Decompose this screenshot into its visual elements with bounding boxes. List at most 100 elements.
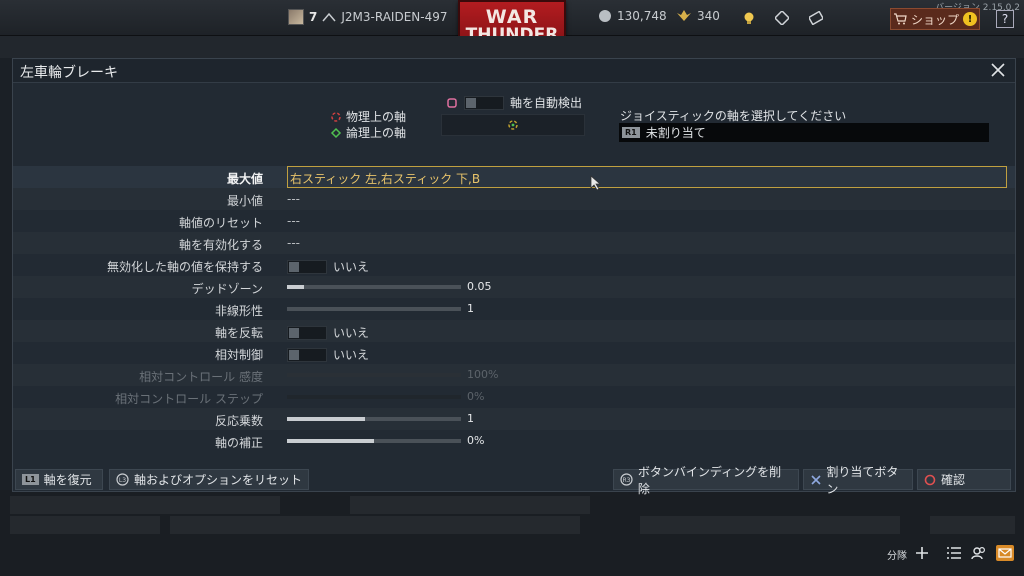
close-icon[interactable] bbox=[989, 61, 1007, 79]
slider-track bbox=[287, 395, 461, 399]
setting-label: デッドゾーン bbox=[191, 282, 263, 296]
squad-label[interactable]: 分隊 bbox=[887, 547, 907, 562]
top-bar: バージョン 2.15.0.2 7 J2M3-RAIDEN-497 WAR THU… bbox=[0, 0, 1024, 54]
background-row bbox=[400, 516, 580, 534]
ticket-icon[interactable] bbox=[809, 11, 823, 25]
setting-row[interactable]: 軸値のリセット --- bbox=[13, 210, 1015, 232]
toggle-knob bbox=[289, 261, 299, 272]
slider-track bbox=[287, 373, 461, 377]
setting-row[interactable]: 非線形性 1 bbox=[13, 298, 1015, 320]
setting-row[interactable]: 反応乗数 1 bbox=[13, 408, 1015, 430]
slider-value: 1 bbox=[467, 302, 474, 315]
assign-label: 割り当てボタン bbox=[826, 464, 899, 496]
setting-row[interactable]: 相対制御 いいえ bbox=[13, 342, 1015, 364]
setting-row: 相対コントロール 感度 100% bbox=[13, 364, 1015, 386]
background-row bbox=[10, 496, 280, 514]
setting-label: 無効化した軸の値を保持する bbox=[106, 260, 263, 274]
background-row bbox=[350, 496, 590, 514]
rank-label: 7 bbox=[309, 10, 318, 24]
circle-button-icon bbox=[924, 474, 936, 485]
setting-row[interactable]: デッドゾーン 0.05 bbox=[13, 276, 1015, 298]
reset-axis-options-label: 軸およびオプションをリセット bbox=[134, 473, 303, 487]
joystick-axis-value: 未割り当て bbox=[645, 126, 706, 140]
setting-label: 相対コントロール 感度 bbox=[139, 370, 263, 384]
setting-value[interactable]: --- bbox=[287, 192, 300, 206]
cart-icon bbox=[893, 13, 907, 25]
setting-row[interactable]: 軸を有効化する --- bbox=[13, 232, 1015, 254]
toggle-value: いいえ bbox=[333, 326, 370, 340]
joystick-prompt: ジョイスティックの軸を選択してください bbox=[620, 109, 847, 123]
setting-value[interactable]: --- bbox=[287, 214, 300, 228]
toggle-value: いいえ bbox=[333, 348, 370, 362]
background-nav bbox=[0, 36, 1024, 58]
lightbulb-icon[interactable] bbox=[742, 11, 756, 25]
setting-row[interactable]: 無効化した軸の値を保持する いいえ bbox=[13, 254, 1015, 276]
golden-eagles-icon bbox=[677, 10, 691, 21]
setting-row[interactable]: 軸の補正 0% bbox=[13, 430, 1015, 452]
toggle-switch[interactable] bbox=[287, 325, 327, 340]
r3-button-icon: R3 bbox=[620, 473, 633, 486]
setting-row[interactable]: 最大値 右スティック 左,右スティック 下,B bbox=[13, 166, 1015, 188]
delete-binding-label: ボタンバインディングを削除 bbox=[637, 464, 782, 496]
l1-button-icon: L1 bbox=[22, 474, 39, 485]
setting-label: 相対コントロール ステップ bbox=[115, 392, 263, 406]
golden-eagles-counter[interactable]: 340 bbox=[676, 9, 720, 23]
toggle-control[interactable]: いいえ bbox=[287, 258, 369, 275]
player-info[interactable]: 7 J2M3-RAIDEN-497 bbox=[288, 9, 447, 25]
binding-input[interactable]: 右スティック 左,右スティック 下,B bbox=[287, 166, 1007, 188]
slider-track[interactable] bbox=[287, 285, 461, 289]
confirm-button[interactable]: 確認 bbox=[917, 469, 1011, 490]
auto-detect-toggle[interactable] bbox=[464, 95, 504, 110]
reset-axis-options-button[interactable]: L3 軸およびオプションをリセット bbox=[109, 469, 309, 490]
avatar[interactable] bbox=[288, 9, 304, 25]
toggle-control[interactable]: いいえ bbox=[287, 324, 369, 341]
slider-value: 0% bbox=[467, 434, 485, 447]
envelope-icon bbox=[998, 548, 1012, 558]
help-button[interactable]: ? bbox=[996, 10, 1014, 28]
silver-lions-counter[interactable]: 130,748 bbox=[598, 9, 667, 23]
setting-label: 反応乗数 bbox=[214, 414, 263, 428]
toggle-knob bbox=[289, 327, 299, 338]
svg-text:L3: L3 bbox=[119, 477, 126, 484]
add-icon[interactable] bbox=[915, 546, 929, 560]
physical-axis-label: 物理上の軸 bbox=[346, 110, 407, 124]
username-label: J2M3-RAIDEN-497 bbox=[341, 10, 448, 24]
logical-axis-label: 論理上の軸 bbox=[346, 126, 407, 140]
toggle-switch[interactable] bbox=[287, 347, 327, 362]
shop-button[interactable]: ショップ ! bbox=[890, 8, 980, 30]
cross-button-icon bbox=[811, 474, 821, 485]
slider-value: 0% bbox=[467, 390, 485, 403]
restore-axis-button[interactable]: L1 軸を復元 bbox=[15, 469, 103, 490]
physical-axis-legend: 物理上の軸 bbox=[330, 108, 406, 125]
setting-row[interactable]: 最小値 --- bbox=[13, 188, 1015, 210]
background-row bbox=[170, 516, 400, 534]
toggle-switch[interactable] bbox=[287, 259, 327, 274]
r1-button-icon: R1 bbox=[622, 127, 640, 138]
setting-label: 最大値 bbox=[226, 172, 263, 186]
axis-indicator bbox=[441, 114, 585, 136]
square-button-icon bbox=[447, 97, 457, 108]
diamond-icon[interactable] bbox=[775, 11, 789, 25]
setting-label: 軸の補正 bbox=[214, 436, 263, 450]
toggle-control[interactable]: いいえ bbox=[287, 346, 369, 363]
slider-track[interactable] bbox=[287, 417, 461, 421]
slider-fill bbox=[287, 373, 461, 377]
slider-track[interactable] bbox=[287, 307, 461, 311]
delete-binding-button[interactable]: R3 ボタンバインディングを削除 bbox=[613, 465, 799, 496]
assign-button[interactable]: 割り当てボタン bbox=[803, 465, 913, 496]
background-row bbox=[930, 516, 1015, 534]
auto-detect-control[interactable]: 軸を自動検出 bbox=[446, 94, 582, 111]
setting-label: 相対制御 bbox=[214, 348, 263, 362]
friends-icon[interactable] bbox=[971, 546, 987, 560]
setting-value[interactable]: --- bbox=[287, 236, 300, 250]
confirm-label: 確認 bbox=[941, 473, 966, 487]
svg-text:R3: R3 bbox=[623, 477, 631, 484]
mail-icon[interactable] bbox=[996, 545, 1014, 561]
joystick-axis-select[interactable]: R1 未割り当て bbox=[619, 123, 989, 142]
rank-chevron-icon bbox=[322, 12, 336, 22]
dialog-header: 左車輪ブレーキ bbox=[13, 59, 1015, 83]
shop-label: ショップ bbox=[910, 12, 959, 27]
setting-row[interactable]: 軸を反転 いいえ bbox=[13, 320, 1015, 342]
list-icon[interactable] bbox=[946, 546, 962, 560]
slider-track[interactable] bbox=[287, 439, 461, 443]
